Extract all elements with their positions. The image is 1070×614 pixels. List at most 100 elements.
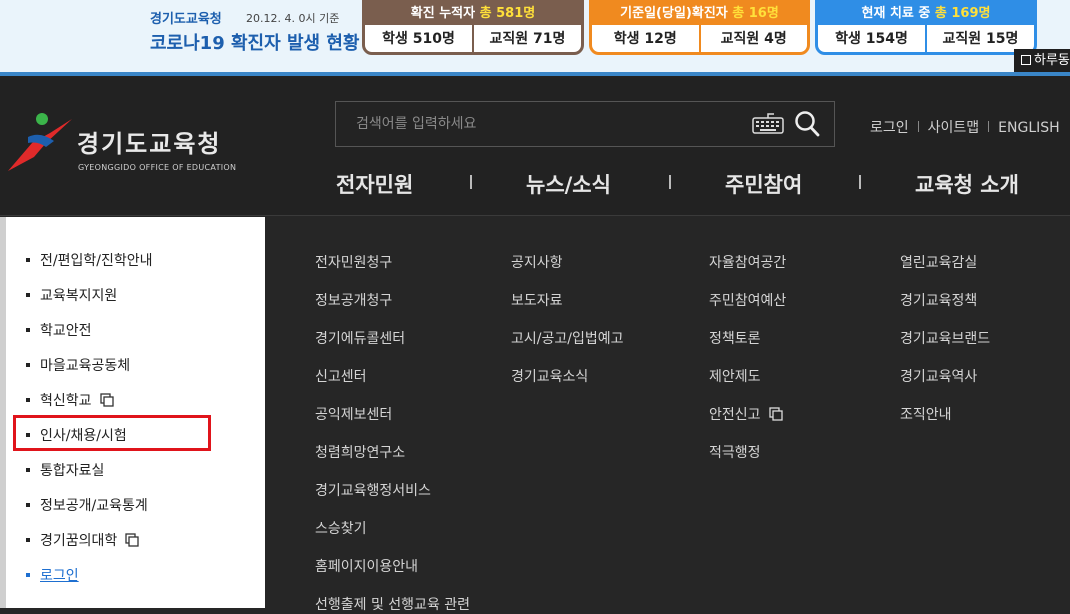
box-students: 학생 510명 — [382, 31, 455, 47]
left-menu-open-info[interactable]: 정보공개/교육통계 — [26, 495, 148, 515]
left-menu-label: 마을교육공동체 — [40, 358, 131, 374]
in-treatment-box: 현재 치료 중 총 169명 학생 154명 교직원 15명 — [815, 0, 1037, 55]
util-separator — [988, 121, 990, 132]
left-menu-label: 교육복지지원 — [40, 288, 118, 304]
gnb-separator — [859, 175, 861, 189]
gnb-civil-service[interactable]: 전자민원 — [336, 169, 413, 199]
left-menu-community[interactable]: 마을교육공동체 — [26, 355, 130, 375]
gnb-about[interactable]: 교육청 소개 — [915, 169, 1019, 199]
bullet — [26, 363, 30, 367]
site-header: 경기도교육청 GYEONGGIDO OFFICE OF EDUCATION 로그… — [0, 76, 1070, 216]
banner-title: 코로나19 확진자 발생 현황 — [150, 33, 360, 54]
submenu-item[interactable]: 공지사항 — [511, 252, 563, 272]
bullet — [26, 258, 30, 262]
submenu-label: 안전신고 — [709, 407, 761, 423]
submenu-item[interactable]: 전자민원청구 — [315, 252, 392, 272]
left-menu-label: 혁신학교 — [40, 393, 92, 409]
submenu-item[interactable]: 경기교육정책 — [900, 290, 977, 310]
checkbox-icon[interactable] — [1021, 55, 1031, 65]
box-students: 학생 154명 — [835, 31, 908, 47]
left-menu-label: 통합자료실 — [40, 463, 105, 479]
daily-cases-box: 기준일(당일)확진자 총 16명 학생 12명 교직원 4명 — [589, 0, 810, 55]
submenu-item[interactable]: 정책토론 — [709, 328, 761, 348]
left-menu-label: 인사/채용/시험 — [40, 428, 127, 444]
left-menu-label: 정보공개/교육통계 — [40, 498, 148, 514]
submenu-item-safety-report[interactable]: 안전신고 — [709, 404, 783, 424]
logo-text[interactable]: 경기도교육청 — [77, 124, 221, 159]
submenu-item[interactable]: 고시/공고/입법예고 — [511, 328, 623, 348]
gnb-news[interactable]: 뉴스/소식 — [526, 169, 611, 199]
left-menu-welfare[interactable]: 교육복지지원 — [26, 285, 117, 305]
bullet — [26, 538, 30, 542]
left-menu-personnel[interactable]: 인사/채용/시험 — [26, 425, 127, 445]
submenu-item[interactable]: 경기교육역사 — [900, 366, 977, 386]
left-menu-dream-college[interactable]: 경기꿈의대학 — [26, 530, 139, 550]
new-window-icon — [125, 533, 139, 547]
submenu-item[interactable]: 자율참여공간 — [709, 252, 786, 272]
banner-date: 20.12. 4. 0시 기준 — [246, 12, 340, 25]
bullet — [26, 398, 30, 402]
submenu-item[interactable]: 경기교육브랜드 — [900, 328, 990, 348]
box-total: 총 16명 — [732, 6, 779, 21]
left-menu-label: 학교안전 — [40, 323, 92, 339]
submenu-item[interactable]: 주민참여예산 — [709, 290, 786, 310]
submenu-item[interactable]: 홈페이지이용안내 — [315, 556, 418, 576]
banner-org: 경기도교육청 — [150, 12, 222, 27]
left-menu-login[interactable]: 로그인 — [26, 565, 79, 585]
search-box — [335, 101, 835, 147]
box-staff: 교직원 4명 — [698, 25, 808, 52]
box-staff: 교직원 71명 — [472, 25, 581, 52]
box-total: 총 169명 — [934, 6, 991, 21]
submenu-item[interactable]: 조직안내 — [900, 404, 952, 424]
box-label: 현재 치료 중 — [861, 6, 935, 21]
box-students: 학생 12명 — [613, 31, 677, 47]
submenu-item[interactable]: 스승찾기 — [315, 518, 367, 538]
submenu-item[interactable]: 적극행정 — [709, 442, 761, 462]
hide-today-checkbox[interactable]: 하루동 — [1014, 49, 1070, 72]
left-menu-safety[interactable]: 학교안전 — [26, 320, 92, 340]
bullet — [26, 433, 30, 437]
submenu-item[interactable]: 열린교육감실 — [900, 252, 977, 272]
virtual-keyboard-icon[interactable] — [752, 112, 784, 134]
new-window-icon — [99, 393, 114, 407]
util-english-link[interactable]: ENGLISH — [998, 120, 1060, 136]
submenu-item[interactable]: 정보공개청구 — [315, 290, 392, 310]
new-window-icon — [768, 407, 783, 421]
left-menu-label: 경기꿈의대학 — [40, 533, 118, 549]
search-icon[interactable] — [794, 110, 820, 138]
util-login-link[interactable]: 로그인 — [870, 120, 909, 136]
box-label: 확진 누적자 — [410, 6, 480, 21]
left-menu-label: 로그인 — [40, 568, 79, 584]
covid-banner: 경기도교육청 20.12. 4. 0시 기준 코로나19 확진자 발생 현황 확… — [0, 0, 1070, 72]
quick-menu: 전/편입학/진학안내 교육복지지원 학교안전 마을교육공동체 혁신학교 인사/채… — [0, 217, 265, 608]
gnb-separator — [470, 175, 472, 189]
left-menu-archive[interactable]: 통합자료실 — [26, 460, 104, 480]
gnb-separator — [669, 175, 671, 189]
left-menu-label: 전/편입학/진학안내 — [40, 253, 153, 269]
submenu-item[interactable]: 보도자료 — [511, 290, 563, 310]
bullet — [26, 468, 30, 472]
util-sitemap-link[interactable]: 사이트맵 — [928, 120, 980, 136]
bullet — [26, 503, 30, 507]
bullet — [26, 293, 30, 297]
cumulative-cases-box: 확진 누적자 총 581명 학생 510명 교직원 71명 — [362, 0, 584, 55]
submenu-item[interactable]: 경기교육행정서비스 — [315, 480, 431, 500]
bullet — [26, 328, 30, 332]
hide-today-label: 하루동 — [1034, 53, 1070, 68]
submenu-item[interactable]: 경기에듀콜센터 — [315, 328, 405, 348]
bullet — [26, 573, 30, 577]
box-total: 총 581명 — [479, 6, 536, 21]
submenu-item[interactable]: 신고센터 — [315, 366, 367, 386]
util-separator — [917, 121, 919, 132]
submenu-item[interactable]: 제안제도 — [709, 366, 761, 386]
submenu-item[interactable]: 청렴희망연구소 — [315, 442, 405, 462]
left-menu-innovation-school[interactable]: 혁신학교 — [26, 390, 114, 410]
search-input[interactable] — [336, 102, 736, 146]
submenu-item[interactable]: 선행출제 및 선행교육 관련 — [315, 594, 470, 614]
submenu-item[interactable]: 경기교육소식 — [511, 366, 588, 386]
left-menu-admission[interactable]: 전/편입학/진학안내 — [26, 250, 152, 270]
gnb-participation[interactable]: 주민참여 — [725, 169, 802, 199]
utility-links: 로그인 사이트맵 ENGLISH — [870, 117, 1060, 137]
submenu-item[interactable]: 공익제보센터 — [315, 404, 392, 424]
logo-subtitle: GYEONGGIDO OFFICE OF EDUCATION — [78, 163, 237, 172]
